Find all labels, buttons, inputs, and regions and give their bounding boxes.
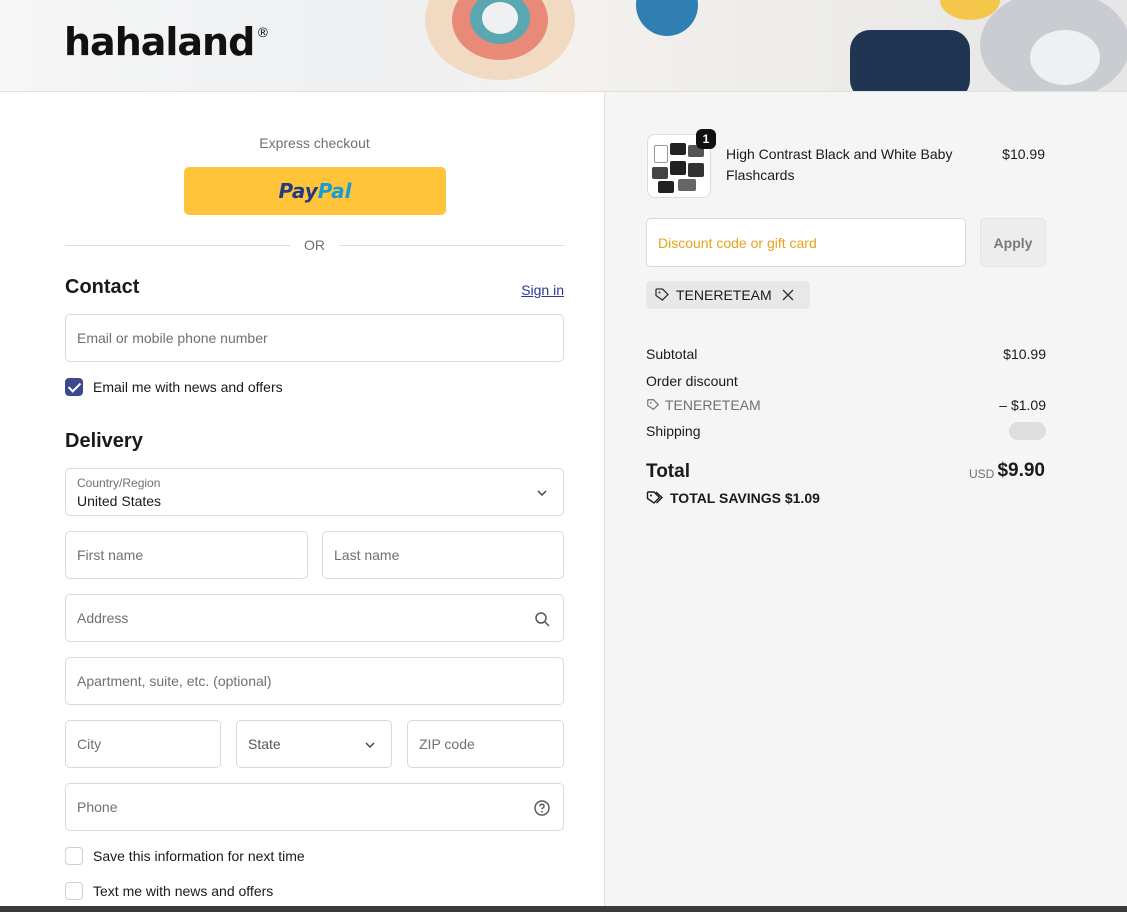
address-placeholder: Address [77, 610, 129, 626]
toy-ball-decoration [636, 0, 698, 36]
last-name-placeholder: Last name [334, 547, 400, 563]
email-news-checkbox[interactable] [65, 378, 83, 396]
total-savings: TOTAL SAVINGS $1.09 [646, 490, 820, 506]
subtotal-row: Subtotal $10.99 [646, 346, 1046, 362]
search-icon [535, 612, 550, 627]
first-name-field[interactable]: First name [65, 531, 308, 579]
email-news-label: Email me with news and offers [93, 379, 283, 395]
phone-placeholder: Phone [77, 799, 118, 815]
toy-pad-decoration [850, 30, 970, 91]
savings-tag-icon [646, 491, 664, 504]
apply-discount-button[interactable]: Apply [980, 218, 1046, 267]
discount-code-name: TENERETEAM [665, 397, 761, 413]
help-circle-icon[interactable] [533, 799, 551, 817]
text-me-label: Text me with news and offers [93, 883, 274, 899]
tag-icon [655, 288, 669, 301]
country-label: Country/Region [77, 476, 161, 490]
zip-placeholder: ZIP code [419, 736, 475, 752]
delivery-heading: Delivery [65, 430, 143, 452]
country-value: United States [77, 493, 162, 509]
toy-koala-face-decoration [1030, 30, 1100, 85]
city-field[interactable]: City [65, 720, 221, 768]
total-savings-text: TOTAL SAVINGS $1.09 [670, 490, 820, 506]
email-news-checkbox-row[interactable]: Email me with news and offers [65, 377, 283, 397]
express-checkout-label: Express checkout [259, 135, 370, 151]
state-placeholder: State [248, 736, 281, 752]
save-info-label: Save this information for next time [93, 848, 305, 864]
paypal-button[interactable]: Pay Pal [184, 167, 446, 215]
applied-discount-chip: TENERETEAM [646, 281, 810, 309]
discount-placeholder: Discount code or gift card [658, 235, 817, 251]
tag-icon [647, 399, 660, 411]
subtotal-label: Subtotal [646, 346, 698, 362]
product-name: High Contrast Black and White Baby Flash… [726, 146, 953, 183]
save-info-checkbox-row[interactable]: Save this information for next time [65, 846, 305, 866]
email-placeholder: Email or mobile phone number [77, 330, 268, 346]
hahaland-logo[interactable]: hahaland ® [64, 20, 269, 64]
city-placeholder: City [77, 736, 102, 752]
total-label: Total [646, 461, 690, 482]
address-field[interactable]: Address [65, 594, 564, 642]
or-divider: OR [65, 235, 564, 255]
checkout-form-column: Express checkout Pay Pal OR Contact Sign … [0, 92, 604, 912]
order-discount-row: Order discount [646, 373, 1046, 389]
product-price: $10.99 [1002, 146, 1045, 162]
text-me-checkbox[interactable] [65, 882, 83, 900]
order-discount-label: Order discount [646, 373, 738, 389]
order-summary-column: 1 High Contrast Black and White Baby Fla… [604, 92, 1127, 912]
sign-in-link[interactable]: Sign in [521, 282, 564, 298]
subtotal-value: $10.99 [1003, 346, 1046, 362]
state-select[interactable]: State [236, 720, 392, 768]
apartment-field[interactable]: Apartment, suite, etc. (optional) [65, 657, 564, 705]
phone-field[interactable]: Phone [65, 783, 564, 831]
last-name-field[interactable]: Last name [322, 531, 564, 579]
bottom-edge-bar [0, 906, 1127, 912]
discount-value: – $1.09 [999, 397, 1046, 413]
remove-discount-icon[interactable] [782, 289, 800, 301]
toy-ring-hole-decoration [482, 2, 518, 34]
applied-code-label: TENERETEAM [676, 287, 772, 303]
shipping-loading-placeholder [1009, 422, 1046, 440]
country-select[interactable]: Country/Region United States [65, 468, 564, 516]
apartment-placeholder: Apartment, suite, etc. (optional) [77, 673, 272, 689]
total-value: $9.90 [997, 460, 1045, 481]
quantity-badge: 1 [696, 129, 716, 149]
discount-code-line: TENERETEAM [646, 397, 761, 413]
contact-heading: Contact [65, 276, 140, 298]
paypal-logo-pal: Pal [317, 179, 352, 203]
save-info-checkbox[interactable] [65, 847, 83, 865]
zip-field[interactable]: ZIP code [407, 720, 564, 768]
shipping-label: Shipping [646, 423, 701, 439]
text-me-checkbox-row[interactable]: Text me with news and offers [65, 881, 273, 901]
header-banner: hahaland ® [0, 0, 1127, 92]
chevron-down-icon [537, 490, 547, 497]
first-name-placeholder: First name [77, 547, 144, 563]
shipping-row: Shipping [646, 423, 1046, 439]
chevron-down-icon [365, 742, 375, 749]
discount-code-input[interactable]: Discount code or gift card [646, 218, 966, 267]
paypal-logo-pay: Pay [278, 179, 318, 203]
total-currency: USD [969, 467, 995, 481]
email-field[interactable]: Email or mobile phone number [65, 314, 564, 362]
